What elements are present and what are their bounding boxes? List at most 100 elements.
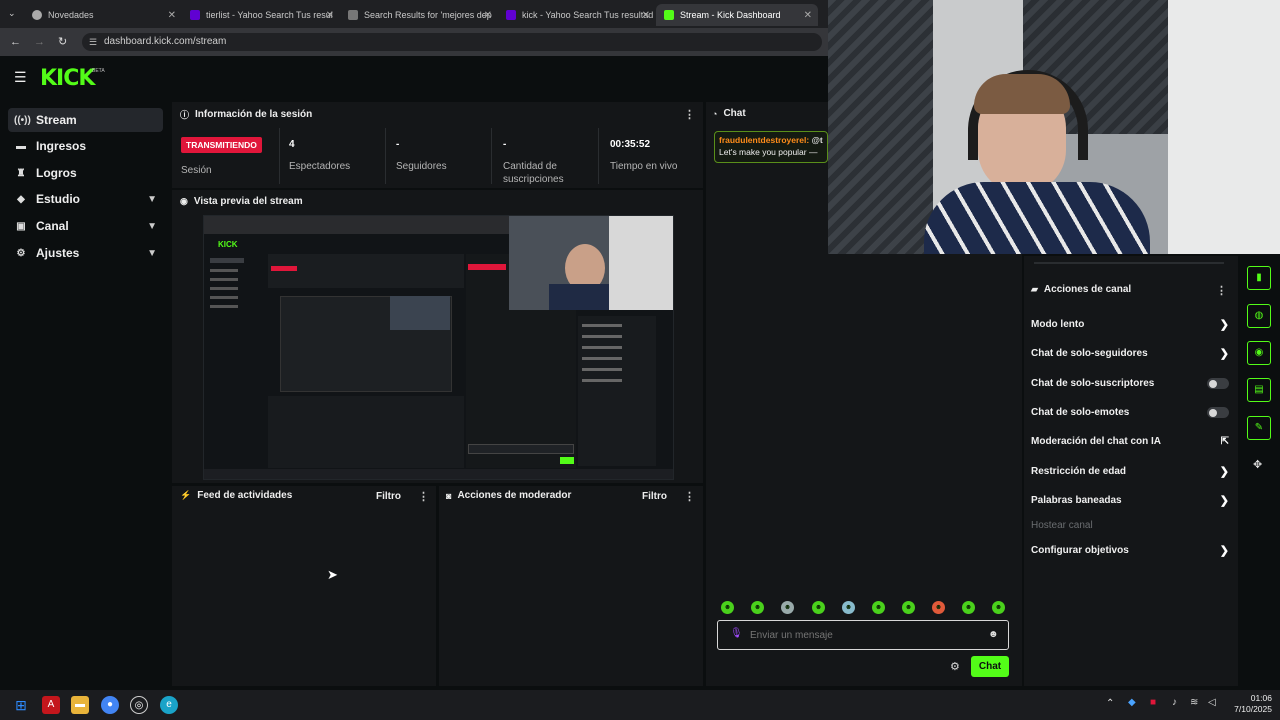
preview-sidebar [206, 254, 266, 324]
emote-icon[interactable]: ☻ [812, 601, 825, 614]
chat-settings-gear-icon[interactable]: ⚙ [950, 660, 960, 673]
rail-layout-icon[interactable]: ✥ [1253, 458, 1262, 471]
webcam-overlay [828, 0, 1280, 254]
chat-input-box[interactable]: 🎙 ☻ [717, 620, 1009, 650]
action-configure-goals[interactable]: Configurar objetivos ❯ [1031, 544, 1231, 558]
globe-icon [32, 10, 42, 20]
activity-filter-button[interactable]: Filtro [376, 491, 401, 502]
preview-camera [509, 216, 673, 310]
tray-app-icon[interactable]: ■ [1150, 697, 1156, 708]
chat-message-pinned[interactable]: fraudulentdestroyerel: @t Let's make you… [714, 131, 828, 163]
mod-filter-button[interactable]: Filtro [642, 491, 667, 502]
mod-actions-panel [439, 486, 703, 686]
action-age-restriction[interactable]: Restricción de edad ❯ [1031, 465, 1231, 479]
clock[interactable]: 01:06 7/10/2025 [1222, 693, 1272, 715]
browser-tab[interactable]: tierlist - Yahoo Search Tus resul ✕ [182, 4, 340, 26]
emote-icon[interactable]: ☻ [721, 601, 734, 614]
preview-session-panel [268, 254, 464, 288]
sidebar-item-stream[interactable]: ((•)) Stream [8, 108, 163, 132]
kick-logo[interactable]: KICK [40, 66, 95, 91]
action-ai-moderation[interactable]: Moderación del chat con IA ⇱ [1031, 435, 1231, 449]
file-explorer-icon[interactable]: ▬ [71, 696, 89, 714]
tab-search-icon[interactable]: ⌄ [8, 8, 16, 19]
chat-send-button[interactable]: Chat [971, 656, 1009, 677]
close-icon[interactable]: ✕ [804, 10, 812, 21]
sidebar-item-logros[interactable]: ♜ Logros [8, 161, 163, 185]
tray-app-icon[interactable]: ◆ [1128, 697, 1136, 708]
back-icon[interactable]: ← [10, 36, 21, 48]
kebab-menu-icon[interactable]: ⋮ [684, 108, 695, 121]
tab-title: kick - Yahoo Search Tus resultad [522, 10, 654, 20]
emote-icon[interactable]: ☻ [902, 601, 915, 614]
emoji-icon[interactable]: ☻ [988, 629, 999, 640]
close-icon[interactable]: ✕ [168, 10, 176, 21]
viewers-value: 4 [289, 139, 295, 150]
channel-actions-icon: ▰ [1031, 284, 1038, 294]
volume-icon[interactable]: ◁ [1208, 697, 1216, 708]
clock-time: 01:06 [1250, 693, 1272, 703]
tab-title: Novedades [48, 10, 94, 20]
subscriptions-value: - [503, 139, 507, 150]
forward-icon[interactable]: → [34, 36, 45, 48]
lightning-icon: ⚡ [180, 490, 192, 500]
action-followers-only[interactable]: Chat de solo-seguidores ❯ [1031, 347, 1231, 361]
microphone-tray-icon[interactable]: ♪ [1172, 697, 1177, 708]
subscribers-only-toggle[interactable] [1207, 378, 1229, 389]
emote-icon[interactable]: ☻ [781, 601, 794, 614]
action-slow-mode[interactable]: Modo lento ❯ [1031, 318, 1231, 332]
browser-tab[interactable]: Novedades ✕ [24, 4, 182, 26]
info-icon: ⓘ [180, 110, 190, 120]
chat-username[interactable]: fraudulentdestroyerel: [719, 135, 809, 145]
chrome-icon[interactable]: ● [101, 696, 119, 714]
microphone-icon[interactable]: 🎙 [730, 628, 743, 639]
studio-icon: ◆ [17, 193, 25, 205]
action-label: Hostear canal [1031, 520, 1093, 531]
close-icon[interactable]: ✕ [326, 10, 334, 21]
browser-tab[interactable]: Search Results for 'mejores dep ✕ [340, 4, 498, 26]
chevron-right-icon: ❯ [1219, 495, 1229, 507]
rail-wrench-icon[interactable]: ✎ [1247, 416, 1271, 440]
obs-icon[interactable]: ◎ [130, 696, 148, 714]
money-icon: ▬ [16, 140, 26, 152]
webcam-acoustic-panel-left [828, 0, 933, 254]
kebab-menu-icon[interactable]: ⋮ [1216, 284, 1227, 297]
emote-icon[interactable]: ☻ [842, 601, 855, 614]
pdf-app-icon[interactable]: A [42, 696, 60, 714]
sidebar-item-canal[interactable]: ▣ Canal ▼ [8, 214, 163, 238]
sidebar-item-ajustes[interactable]: ⚙ Ajustes ▼ [8, 241, 163, 265]
browser-tab[interactable]: kick - Yahoo Search Tus resultad ✕ [498, 4, 656, 26]
close-icon[interactable]: ✕ [642, 10, 650, 21]
rail-chat-icon[interactable]: ◍ [1247, 304, 1271, 328]
url-text: dashboard.kick.com/stream [104, 36, 227, 47]
emote-icon[interactable]: ☻ [992, 601, 1005, 614]
tray-chevron-icon[interactable]: ⌃ [1106, 698, 1114, 709]
rail-channel-actions-icon[interactable]: ▤ [1247, 378, 1271, 402]
rail-broadcast-icon[interactable]: ◉ [1247, 341, 1271, 365]
action-banned-words[interactable]: Palabras baneadas ❯ [1031, 494, 1231, 508]
url-field[interactable]: ☰ dashboard.kick.com/stream [82, 33, 822, 51]
rail-session-icon[interactable]: ▮ [1247, 266, 1271, 290]
stream-preview-video[interactable]: KICK [203, 215, 674, 480]
windows-start-icon[interactable]: ⊞ [12, 696, 30, 714]
preview-icon: ◉ [180, 196, 188, 206]
browser-tab-active[interactable]: Stream - Kick Dashboard ✕ [656, 4, 818, 26]
chat-message-input[interactable] [750, 628, 980, 642]
tab-title: Search Results for 'mejores dep [364, 10, 492, 20]
panel-title: Información de la sesión [195, 109, 313, 120]
kebab-menu-icon[interactable]: ⋮ [418, 490, 429, 503]
reload-icon[interactable]: ↻ [58, 35, 67, 48]
edge-icon[interactable]: e [160, 696, 178, 714]
emotes-only-toggle[interactable] [1207, 407, 1229, 418]
wifi-icon[interactable]: ≋ [1190, 697, 1198, 708]
emote-icon[interactable]: ☻ [932, 601, 945, 614]
sidebar-item-estudio[interactable]: ◆ Estudio ▼ [8, 187, 163, 211]
emote-icon[interactable]: ☻ [872, 601, 885, 614]
site-info-icon[interactable]: ☰ [89, 33, 97, 51]
sidebar-item-ingresos[interactable]: ▬ Ingresos [8, 134, 163, 158]
external-link-icon: ⇱ [1220, 436, 1229, 447]
emote-icon[interactable]: ☻ [751, 601, 764, 614]
hamburger-menu-icon[interactable]: ☰ [14, 69, 27, 86]
close-icon[interactable]: ✕ [484, 10, 492, 21]
emote-icon[interactable]: ☻ [962, 601, 975, 614]
kebab-menu-icon[interactable]: ⋮ [684, 490, 695, 503]
